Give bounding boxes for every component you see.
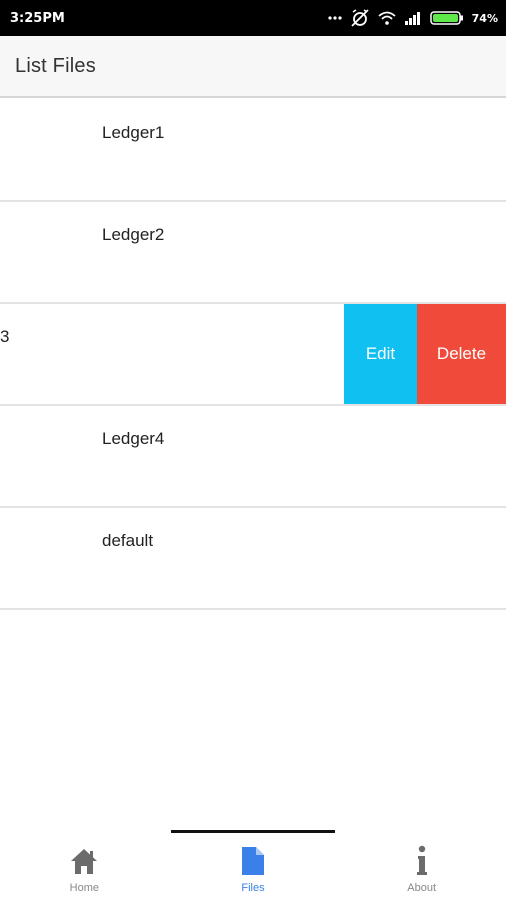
edit-button[interactable]: Edit: [344, 304, 417, 404]
status-bar: 3:25PM 74%: [0, 0, 506, 36]
list-item-swiped[interactable]: 3 Edit Delete: [0, 304, 506, 406]
tab-label: Files: [241, 882, 265, 894]
list-item[interactable]: Ledger4: [0, 406, 506, 508]
status-icons: 74%: [328, 9, 498, 27]
active-tab-indicator: [170, 830, 336, 833]
file-label: default: [102, 531, 154, 550]
more-dots-icon: [328, 15, 342, 21]
tab-home[interactable]: Home: [0, 830, 169, 900]
battery-icon: [429, 11, 464, 25]
file-label: Ledger2: [102, 225, 165, 244]
home-icon: [69, 844, 99, 878]
page-title: List Files: [15, 54, 96, 77]
signal-icon: [404, 11, 422, 25]
list-item[interactable]: default: [0, 508, 506, 610]
file-label: Ledger4: [102, 429, 165, 448]
file-label: 3: [0, 327, 10, 346]
row-actions: Edit Delete: [344, 304, 506, 404]
wifi-icon: [378, 11, 396, 25]
info-icon: [415, 844, 429, 878]
tab-files[interactable]: Files: [169, 830, 338, 900]
tab-label: About: [407, 882, 437, 894]
delete-button[interactable]: Delete: [417, 304, 506, 404]
alarm-off-icon: [350, 9, 370, 27]
tab-label: Home: [69, 882, 99, 894]
file-list: Ledger1 Ledger2 3 Edit Delete Ledger4 de…: [0, 100, 506, 610]
bottom-tab-bar: Home Files About: [0, 830, 506, 900]
tab-about[interactable]: About: [337, 830, 506, 900]
app-header: List Files: [0, 36, 506, 98]
battery-percent: 74%: [471, 11, 498, 25]
list-item[interactable]: Ledger1: [0, 100, 506, 202]
file-label: Ledger1: [102, 123, 165, 142]
status-time: 3:25PM: [10, 10, 65, 26]
list-item[interactable]: Ledger2: [0, 202, 506, 304]
file-icon: [240, 844, 266, 878]
